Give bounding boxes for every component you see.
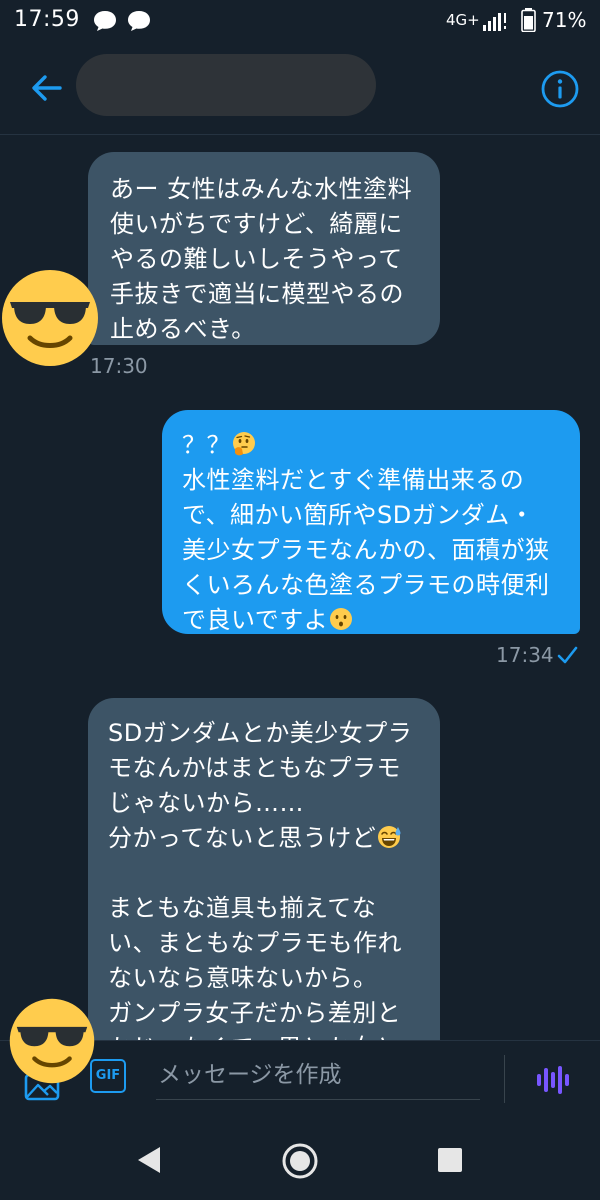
message-timestamp: 17:34 [496,643,554,667]
battery-percent: 71% [542,8,587,32]
status-bar: 17:59 4G+ 71% [0,0,600,42]
message-question-marks: ？？ [182,431,231,459]
info-icon[interactable] [539,68,581,110]
message-text-line: で、細かい箇所やSDガンダム・ [182,501,535,529]
nav-recents-icon[interactable] [437,1147,463,1173]
message-input[interactable] [156,1051,480,1100]
dm-conversation-screen: 17:59 4G+ 71% あー 女性はみんな水性塗料 使いがちですけど、綺麗に… [0,0,600,1200]
message-text-line: SDガンダムとか美少女プラ [108,719,413,747]
message-text-line: まともな道具も揃えてな [108,894,377,922]
sent-message-bubble[interactable]: ？？ 水性塗料だとすぐ準備出来るの で、細かい箇所やSDガンダム・ 美少女プラモ… [162,410,580,634]
message-text-line: モなんかはまともなプラモ [108,754,402,782]
status-time: 17:59 [14,7,80,32]
received-message-bubble[interactable]: SDガンダムとか美少女プラ モなんかはまともなプラモ じゃないから…… 分かって… [88,698,440,1078]
message-text-line: 水性塗料だとすぐ準備出来るの [182,466,525,494]
sweat-smile-face-icon [378,826,401,848]
divider [504,1055,505,1103]
arrow-left-icon[interactable] [26,68,66,108]
message-text-line: やるの難しいしそうやって [110,245,403,273]
message-text-line: 止めるべき。 [110,315,256,343]
message-text-line: で良いですよ [182,606,329,634]
chat-bubble-icon [128,11,150,31]
received-message-bubble[interactable]: あー 女性はみんな水性塗料 使いがちですけど、綺麗に やるの難しいしそうやって … [88,152,440,345]
message-text-line: くいろんな色塗るプラモの時便利 [182,571,550,599]
message-text-line: い、まともなプラモも作れ [108,929,402,957]
message-text-line: 分かってないと思うけど [108,824,377,852]
nav-back-icon[interactable] [134,1144,164,1176]
message-text-line: あー 女性はみんな水性塗料 [110,175,413,203]
chat-bubble-icon [94,11,116,31]
message-text-line: 使いがちですけど、綺麗に [110,210,403,238]
sunglasses-face-avatar[interactable] [0,268,100,368]
signal-icon [483,13,506,31]
sunglasses-face-avatar[interactable] [8,997,96,1085]
message-text-line: ないなら意味ないから。 [108,964,378,992]
thinking-face-icon [233,432,255,456]
contact-name[interactable] [76,54,376,116]
kissing-face-icon [330,608,353,630]
message-text-line: 手抜きで適当に模型やるの [110,280,404,308]
battery-icon [521,8,536,32]
network-type: 4G+ [446,11,480,29]
voice-icon[interactable] [534,1061,572,1099]
message-text-line: じゃないから…… [108,789,304,817]
message-text-line: ガンプラ女子だから差別と [108,999,402,1027]
message-text-line: 美少女プラモなんかの、面積が狭 [182,536,550,564]
read-check-icon [557,646,578,664]
nav-home-icon[interactable] [281,1142,319,1180]
conversation-header [0,42,600,135]
system-nav-bar [0,1120,600,1200]
